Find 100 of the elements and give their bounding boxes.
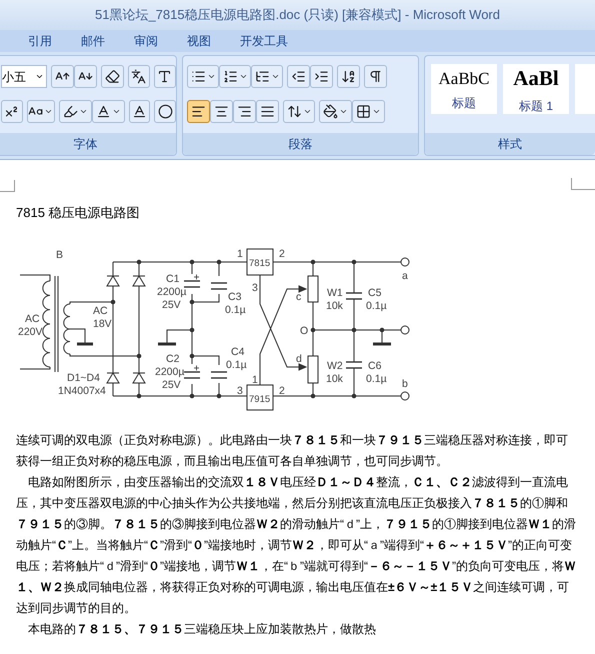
circuit-label: a	[402, 270, 408, 282]
sort-az-icon	[341, 69, 356, 84]
circuit-label: 2200µ	[155, 366, 184, 378]
show-marks-button[interactable]	[364, 65, 387, 88]
style-gallery-item[interactable]: AaBbC 标题	[431, 64, 497, 114]
caret-icon	[270, 72, 280, 81]
circuit-label: 0.1µ	[225, 304, 246, 316]
ribbon-tab[interactable]: 邮件	[81, 31, 134, 51]
character-shading-button[interactable]	[128, 100, 150, 123]
ribbon-tab[interactable]: 视图	[187, 31, 240, 51]
numbered-list-icon	[222, 69, 238, 84]
circuit-label: C4	[231, 346, 244, 358]
circuit-label: O	[300, 325, 308, 337]
ribbon-tab[interactable]: 审阅	[134, 31, 187, 51]
circuit-label: B	[56, 249, 64, 261]
align-right-button[interactable]	[233, 100, 256, 123]
bullets-button[interactable]	[187, 65, 219, 88]
ribbon-tab[interactable]: 引用	[28, 31, 81, 51]
highlight-button[interactable]	[58, 100, 92, 123]
multilevel-list-button[interactable]	[251, 65, 283, 88]
circuit-label: 3	[237, 385, 243, 397]
circuit-label: 2	[279, 385, 285, 397]
shaded-a-icon	[132, 104, 148, 119]
align-center-button[interactable]	[210, 100, 233, 123]
circuit-label: 10k	[326, 300, 343, 312]
font-color-icon	[96, 104, 111, 119]
circuit-label: 1	[252, 374, 258, 386]
caret-icon	[339, 107, 348, 116]
circuit-label: 1N4007x4	[58, 385, 106, 397]
circuit-label: d	[296, 353, 302, 365]
font-color-button[interactable]	[92, 100, 125, 123]
ribbon-tab[interactable]: 开发工具	[240, 31, 293, 51]
caret-icon	[44, 107, 54, 116]
crop-mark	[0, 180, 15, 192]
caret-icon	[78, 107, 88, 116]
circuit-label: W1	[327, 287, 343, 299]
paint-bucket-icon	[323, 104, 338, 119]
align-left-button[interactable]	[187, 100, 210, 123]
grow-font-button[interactable]	[51, 65, 74, 88]
group-label: 样式	[498, 136, 522, 153]
shrink-font-button[interactable]	[74, 65, 98, 88]
circuit-label: C2	[166, 353, 180, 365]
font-size-field[interactable]: 小五	[1, 65, 48, 88]
circuit-label: 7815	[249, 258, 270, 269]
style-gallery-item[interactable]: AaBl 标题 1	[503, 64, 569, 114]
circuit-label: 0.1µ	[226, 359, 247, 371]
sort-button[interactable]	[337, 65, 360, 88]
circuit-label: AC	[93, 305, 108, 317]
body-paragraph: 电路如附图所示，由变压器输出的交流双１８Ｖ电压经Ｄ１～Ｄ４整流，Ｃ１、Ｃ２滤波得到一直流电压，其中变压器双电源的中心抽头作为公共接地端，然后分别把该直流电压正负极接入７８１５的①脚和７９１５的③脚。７８１５的③脚接到电位器Ｗ２的滑动触片“ｄ”上，７９１５的①脚接到电位器Ｗ１的滑动触片“Ｃ”上。当将触片“Ｃ”滑到“０”端接地时，调节Ｗ２，即可从“ａ”端得到“＋６～＋１５Ｖ”的正向可变电压；若将触片“ｄ”滑到“０”端接地，调节Ｗ１，在“ｂ”端就可得到“－６～－１５Ｖ”的负向可变电压，将Ｗ１、Ｗ２换成同轴电位器，将获得正负对称的可调电源，输出电压值在±６Ｖ～±１５Ｖ之间连续可调，可达到同步调节的目的。	[16, 474, 577, 617]
pilcrow-icon	[368, 69, 383, 84]
list-tree-icon	[254, 69, 270, 84]
circuit-label: 0.1µ	[366, 300, 387, 312]
caret-icon	[112, 107, 121, 116]
circuit-label: C5	[368, 287, 382, 299]
superscript-button[interactable]	[1, 100, 23, 123]
indent-decrease-icon	[291, 69, 306, 84]
borders-button[interactable]	[352, 100, 385, 123]
align-center-icon	[214, 104, 229, 119]
clear-format-button[interactable]	[101, 65, 124, 88]
window-title: 51黑论坛_7815稳压电源电路图.doc (只读) [兼容模式] - Microsoft Word	[94, 6, 500, 24]
circuit-label: D1~D4	[67, 372, 100, 384]
highlighter-icon	[62, 104, 78, 119]
group-label: 字体	[74, 136, 98, 153]
document-title: 7815 稳压电源电路图	[16, 205, 140, 220]
character-border-button[interactable]	[154, 65, 176, 88]
increase-indent-button[interactable]	[310, 65, 333, 88]
align-justify-icon	[260, 104, 275, 119]
circuit-label: C3	[228, 291, 242, 303]
line-spacing-icon	[286, 104, 302, 119]
caret-icon	[206, 72, 216, 81]
crop-mark	[571, 178, 595, 190]
circuit-label: b	[402, 378, 408, 390]
circuit-label: 10k	[326, 373, 343, 385]
circuit-label: c	[296, 291, 302, 303]
caret-icon	[35, 72, 44, 81]
justify-button[interactable]	[256, 100, 279, 123]
change-case-button[interactable]	[26, 100, 55, 123]
circle-icon	[158, 104, 173, 119]
enclose-characters-button[interactable]	[154, 100, 176, 123]
circuit-label: 25V	[162, 379, 181, 391]
circuit-label: W2	[327, 360, 343, 372]
circuit-label: 2200µ	[157, 286, 186, 298]
list-icon	[190, 69, 206, 84]
align-left-icon	[191, 104, 206, 119]
circuit-label: 220V	[18, 326, 43, 338]
circuit-label: 2	[279, 248, 285, 260]
caret-icon	[372, 107, 381, 116]
languages-icon	[131, 69, 146, 84]
circuit-label: 25V	[162, 299, 181, 311]
line-spacing-button[interactable]	[283, 100, 315, 123]
shading-button[interactable]	[319, 100, 352, 123]
circuit-label: 7915	[249, 394, 270, 405]
numbering-button[interactable]	[219, 65, 251, 88]
phonetic-guide-button[interactable]	[128, 65, 150, 88]
eraser-icon	[104, 69, 120, 84]
caret-icon	[238, 72, 248, 81]
decrease-indent-button[interactable]	[287, 65, 310, 88]
group-label: 段落	[288, 136, 312, 153]
circuit-label: C6	[368, 360, 382, 372]
type-icon	[157, 69, 172, 84]
